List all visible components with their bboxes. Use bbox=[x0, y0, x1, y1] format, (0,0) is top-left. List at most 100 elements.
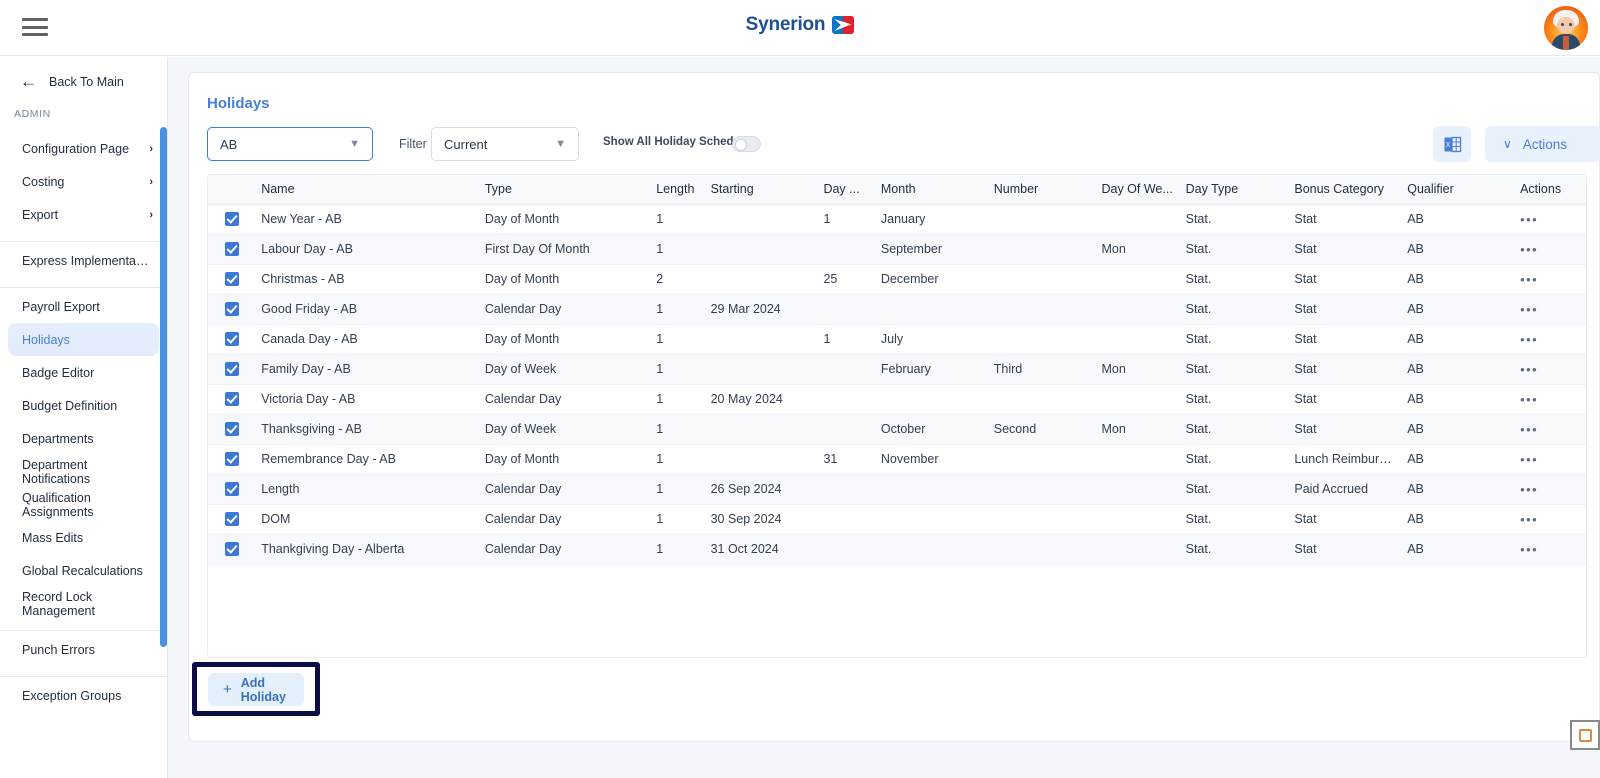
cell-name: Canada Day - AB bbox=[255, 324, 479, 355]
cell-qualifier: AB bbox=[1401, 354, 1515, 385]
cell-month: December bbox=[874, 264, 988, 295]
row-actions-menu-icon[interactable]: ••• bbox=[1520, 452, 1538, 467]
add-holiday-button[interactable]: + Add Holiday bbox=[208, 673, 304, 706]
chevron-right-icon: › bbox=[149, 208, 153, 221]
chevron-right-icon: › bbox=[149, 175, 153, 188]
sidebar-item-export[interactable]: Export › bbox=[0, 198, 167, 231]
holiday-schedule-select[interactable]: AB ▼ bbox=[207, 127, 373, 161]
row-actions-menu-icon[interactable]: ••• bbox=[1520, 512, 1538, 527]
row-actions-menu-icon[interactable]: ••• bbox=[1520, 242, 1538, 257]
column-header-name[interactable]: Name bbox=[255, 175, 479, 205]
sidebar-item-departments[interactable]: Departments bbox=[0, 422, 167, 455]
sidebar-item-payroll-export[interactable]: Payroll Export bbox=[0, 290, 167, 323]
column-header-number[interactable]: Number bbox=[987, 175, 1096, 205]
sidebar-item-global-recalculations[interactable]: Global Recalculations bbox=[0, 554, 167, 587]
row-actions-menu-icon[interactable]: ••• bbox=[1520, 392, 1538, 407]
column-header-day-type[interactable]: Day Type bbox=[1179, 175, 1289, 205]
column-header-length[interactable]: Length bbox=[650, 175, 705, 205]
toolbar: AB ▼ Filter Current ▼ Show All Holiday S… bbox=[207, 126, 1600, 163]
table-row[interactable]: Labour Day - AB First Day Of Month 1 Septem… bbox=[208, 234, 1586, 265]
cell-day-of-week bbox=[1095, 534, 1180, 565]
row-actions-menu-icon[interactable]: ••• bbox=[1520, 422, 1538, 437]
row-checkbox[interactable] bbox=[224, 512, 239, 527]
row-checkbox[interactable] bbox=[224, 332, 239, 347]
column-header-starting[interactable]: Starting bbox=[704, 175, 818, 205]
sidebar-item-exception-groups[interactable]: Exception Groups bbox=[0, 679, 167, 712]
cell-month: November bbox=[874, 444, 988, 475]
sidebar-item-mass-edits[interactable]: Mass Edits bbox=[0, 521, 167, 554]
table-row[interactable]: New Year - AB Day of Month 1 1 January Stat. S… bbox=[208, 204, 1586, 235]
sidebar-item-express-implementation[interactable]: Express Implementation P... bbox=[0, 244, 167, 277]
row-checkbox[interactable] bbox=[224, 422, 239, 437]
sidebar-item-holidays[interactable]: Holidays bbox=[8, 323, 159, 356]
row-checkbox[interactable] bbox=[224, 362, 239, 377]
column-header-month[interactable]: Month bbox=[874, 175, 988, 205]
row-actions-menu-icon[interactable]: ••• bbox=[1520, 302, 1538, 317]
table-row[interactable]: Remembrance Day - AB Day of Month 1 31 Novem… bbox=[208, 444, 1586, 475]
cell-number: Third bbox=[987, 354, 1096, 385]
table-row[interactable]: Christmas - AB Day of Month 2 25 December Sta… bbox=[208, 264, 1586, 295]
table-row[interactable]: Canada Day - AB Day of Month 1 1 July Stat. St… bbox=[208, 324, 1586, 355]
sidebar-item-record-lock-management[interactable]: Record Lock Management bbox=[0, 587, 167, 620]
cell-number bbox=[987, 264, 1096, 295]
cell-day: 31 bbox=[817, 444, 875, 475]
show-all-schedules-toggle[interactable] bbox=[732, 136, 761, 152]
table-row[interactable]: Victoria Day - AB Calendar Day 1 20 May 202… bbox=[208, 384, 1586, 415]
row-actions-menu-icon[interactable]: ••• bbox=[1520, 362, 1538, 377]
sidebar-item-budget-definition[interactable]: Budget Definition bbox=[0, 389, 167, 422]
cell-bonus-category: Stat bbox=[1288, 504, 1402, 535]
row-checkbox-cell bbox=[208, 264, 256, 295]
row-checkbox-cell bbox=[208, 294, 256, 325]
row-checkbox[interactable] bbox=[224, 452, 239, 467]
filter-select[interactable]: Current ▼ bbox=[431, 127, 579, 161]
sidebar-scrollbar[interactable] bbox=[160, 127, 167, 647]
sidebar-item-label: Punch Errors bbox=[22, 642, 95, 657]
table-row[interactable]: Good Friday - AB Calendar Day 1 29 Mar 2024… bbox=[208, 294, 1586, 325]
sidebar-item-qualification-assignments[interactable]: Qualification Assignments bbox=[0, 488, 167, 521]
sidebar-item-badge-editor[interactable]: Badge Editor bbox=[0, 356, 167, 389]
row-actions-menu-icon[interactable]: ••• bbox=[1520, 482, 1538, 497]
cell-day-type: Stat. bbox=[1179, 384, 1289, 415]
row-checkbox[interactable] bbox=[224, 392, 239, 407]
row-actions-menu-icon[interactable]: ••• bbox=[1520, 272, 1538, 287]
row-checkbox[interactable] bbox=[224, 212, 239, 227]
column-header-type[interactable]: Type bbox=[478, 175, 651, 205]
cell-day-of-week bbox=[1095, 504, 1180, 535]
row-checkbox[interactable] bbox=[224, 482, 239, 497]
cell-starting bbox=[704, 414, 818, 445]
table-row[interactable]: Length Calendar Day 1 26 Sep 2024 Stat. Paid … bbox=[208, 474, 1586, 505]
row-checkbox[interactable] bbox=[224, 242, 239, 257]
column-header-qualifier[interactable]: Qualifier bbox=[1401, 175, 1515, 205]
table-row[interactable]: Thanksgiving - AB Day of Week 1 October Seco… bbox=[208, 414, 1586, 445]
actions-button[interactable]: ∨ Actions bbox=[1485, 126, 1600, 162]
back-to-main-button[interactable]: ← Back To Main bbox=[0, 57, 167, 104]
avatar[interactable] bbox=[1544, 6, 1588, 50]
cell-day-of-week: Mon bbox=[1095, 414, 1180, 445]
sidebar-item-configuration-page[interactable]: Configuration Page › bbox=[0, 132, 167, 165]
table-row[interactable]: Family Day - AB Day of Week 1 February Third… bbox=[208, 354, 1586, 385]
excel-export-icon[interactable]: X bbox=[1433, 126, 1471, 162]
sidebar-item-costing[interactable]: Costing › bbox=[0, 165, 167, 198]
column-header-day-of-week[interactable]: Day Of We... bbox=[1095, 175, 1180, 205]
cell-length: 2 bbox=[650, 264, 705, 295]
table-row[interactable]: DOM Calendar Day 1 30 Sep 2024 Stat. Stat AB ••… bbox=[208, 504, 1586, 535]
sidebar-item-department-notifications[interactable]: Department Notifications bbox=[0, 455, 167, 488]
sidebar-item-punch-errors[interactable]: Punch Errors bbox=[0, 633, 167, 666]
sidebar-section-label: ADMIN bbox=[14, 108, 51, 120]
row-actions-menu-icon[interactable]: ••• bbox=[1520, 332, 1538, 347]
cell-number bbox=[987, 384, 1096, 415]
row-actions-menu-icon[interactable]: ••• bbox=[1520, 212, 1538, 227]
row-actions-menu-icon[interactable]: ••• bbox=[1520, 542, 1538, 557]
row-checkbox-cell bbox=[208, 324, 256, 355]
cell-type: Day of Month bbox=[478, 204, 651, 235]
corner-widget[interactable] bbox=[1570, 720, 1600, 750]
table-row[interactable]: Thankgiving Day - Alberta Calendar Day 1 31… bbox=[208, 534, 1586, 565]
row-checkbox[interactable] bbox=[224, 272, 239, 287]
row-checkbox[interactable] bbox=[224, 302, 239, 317]
cell-actions: ••• bbox=[1514, 534, 1586, 565]
column-header-bonus-category[interactable]: Bonus Category bbox=[1288, 175, 1402, 205]
column-header-day[interactable]: Day ... bbox=[817, 175, 875, 205]
row-checkbox-cell bbox=[208, 384, 256, 415]
cell-actions: ••• bbox=[1514, 474, 1586, 505]
row-checkbox[interactable] bbox=[224, 542, 239, 557]
